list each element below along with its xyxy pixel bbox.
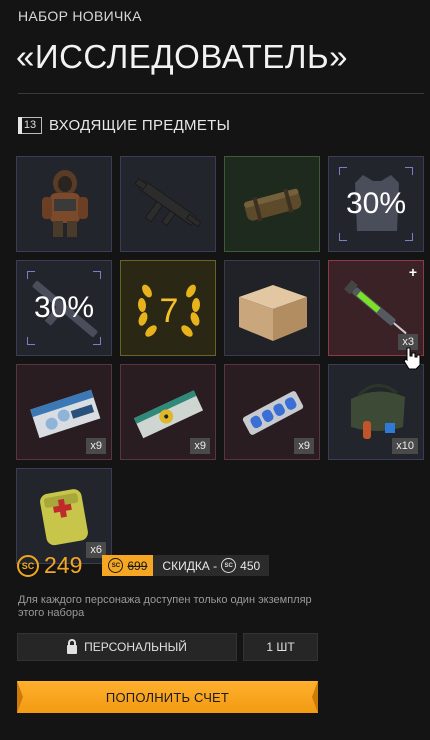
smg-icon <box>134 178 202 228</box>
item-grenade-bag[interactable]: x10 <box>328 364 424 460</box>
item-anti-rad-pack[interactable]: x9 <box>120 364 216 460</box>
discount-value: 450 <box>240 558 261 573</box>
laurel-icon: 7 <box>137 284 201 337</box>
old-price-badge: SC 699 <box>102 555 154 576</box>
item-container[interactable] <box>224 156 320 252</box>
top-up-button[interactable]: ПОПОЛНИТЬ СЧЕТ <box>17 681 318 713</box>
discount-percent: 30% <box>33 291 95 324</box>
container-icon <box>244 188 302 222</box>
item-quantity: x9 <box>294 438 314 454</box>
discount-badge: СКИДКА - SC 450 <box>153 555 270 576</box>
old-price: 699 <box>127 558 148 573</box>
currency-icon: SC <box>221 558 237 573</box>
item-rank-badge[interactable]: 7 <box>120 260 216 356</box>
item-pills-blister[interactable]: x9 <box>224 364 320 460</box>
currency-icon: SC <box>108 558 124 573</box>
discount-label: СКИДКА - <box>162 558 218 573</box>
item-armor-suit[interactable] <box>16 156 112 252</box>
discount-percent: 30% <box>345 187 407 220</box>
lock-icon <box>67 638 78 654</box>
add-icon[interactable]: + <box>409 264 417 280</box>
item-quantity: x9 <box>190 438 210 454</box>
item-armor-discount[interactable]: 30% <box>328 156 424 252</box>
item-weapon-discount[interactable]: 30% <box>16 260 112 356</box>
item-quantity: x9 <box>86 438 106 454</box>
item-submachine-gun[interactable] <box>120 156 216 252</box>
currency-icon: SC <box>17 554 39 577</box>
hand-cursor-icon <box>403 347 421 370</box>
box-icon <box>239 285 307 341</box>
item-syringe[interactable]: + x3 <box>328 260 424 356</box>
divider <box>18 93 424 94</box>
price: 249 <box>44 552 83 578</box>
items-count-badge: 13 <box>18 117 42 134</box>
item-medicine-pack[interactable]: x9 <box>16 364 112 460</box>
personal-label: ПЕРСОНАЛЬНЫЙ <box>84 640 187 654</box>
item-quantity: x10 <box>392 438 418 454</box>
personal-button[interactable]: ПЕРСОНАЛЬНЫЙ <box>17 633 237 661</box>
subtitle: НАБОР НОВИЧКА <box>18 8 142 24</box>
armor-suit-icon <box>42 170 88 237</box>
quantity-button[interactable]: 1 ШТ <box>243 633 318 661</box>
price-row: SC 249 SC 699 СКИДКА - SC 450 <box>17 552 270 579</box>
rank-value: 7 <box>160 292 179 330</box>
item-medkit[interactable]: x6 <box>16 468 112 564</box>
page-title: «ИССЛЕДОВАТЕЛЬ» <box>16 38 349 75</box>
item-supply-box[interactable] <box>224 260 320 356</box>
section-label: ВХОДЯЩИЕ ПРЕДМЕТЫ <box>49 117 231 134</box>
items-section-header: 13 ВХОДЯЩИЕ ПРЕДМЕТЫ <box>18 117 230 134</box>
purchase-note: Для каждого персонажа доступен только од… <box>18 594 312 619</box>
